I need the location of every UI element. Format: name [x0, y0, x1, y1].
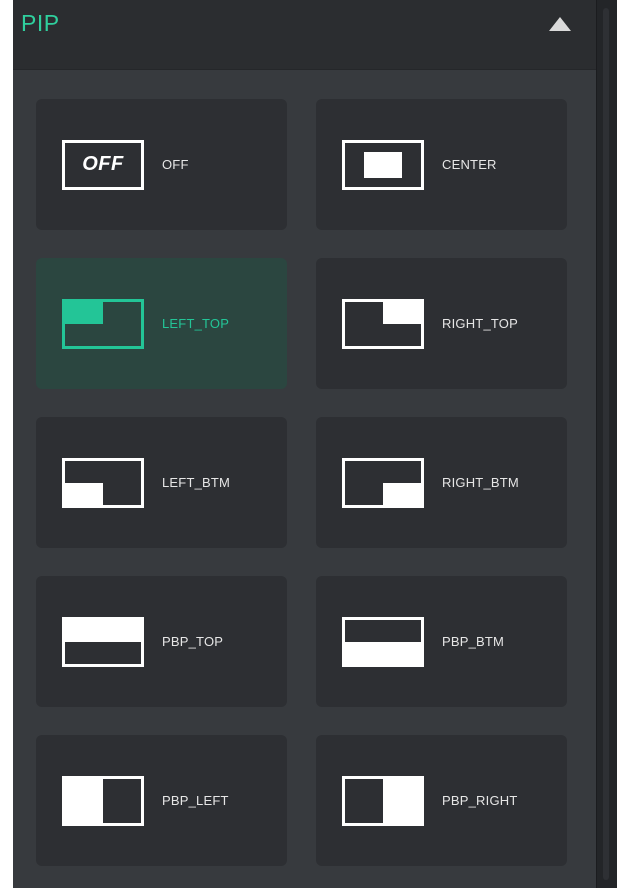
pip-center-icon	[342, 139, 424, 190]
pip-mode-label: PBP_LEFT	[162, 793, 229, 808]
vertical-scrollbar[interactable]	[596, 0, 617, 888]
app-window: PIP OFF OFF CENTER LEFT_TOP RIGHT_TOP LE…	[0, 0, 617, 888]
pip-mode-label: PBP_TOP	[162, 634, 224, 649]
pbp-left-icon	[62, 775, 144, 826]
pip-mode-right-bottom-button[interactable]: RIGHT_BTM	[316, 417, 567, 548]
pip-mode-center-button[interactable]: CENTER	[316, 99, 567, 230]
pbp-mode-right-button[interactable]: PBP_RIGHT	[316, 735, 567, 866]
pbp-bottom-icon	[342, 616, 424, 667]
pip-panel: PIP OFF OFF CENTER LEFT_TOP RIGHT_TOP LE…	[13, 0, 596, 888]
pip-mode-right-top-button[interactable]: RIGHT_TOP	[316, 258, 567, 389]
pip-right-top-icon	[342, 298, 424, 349]
pip-mode-label: PBP_BTM	[442, 634, 505, 649]
pip-mode-off-button[interactable]: OFF OFF	[36, 99, 287, 230]
pbp-mode-bottom-button[interactable]: PBP_BTM	[316, 576, 567, 707]
pip-off-icon: OFF	[62, 139, 144, 190]
scrollbar-thumb[interactable]	[603, 8, 609, 880]
panel-header: PIP	[13, 0, 596, 70]
pip-mode-label: PBP_RIGHT	[442, 793, 518, 808]
pbp-mode-left-button[interactable]: PBP_LEFT	[36, 735, 287, 866]
pip-left-top-icon	[62, 298, 144, 349]
collapse-button[interactable]	[546, 10, 574, 38]
pip-mode-label: OFF	[162, 157, 189, 172]
pbp-mode-top-button[interactable]: PBP_TOP	[36, 576, 287, 707]
pip-mode-left-bottom-button[interactable]: LEFT_BTM	[36, 417, 287, 548]
off-icon-text: OFF	[82, 153, 124, 175]
left-edge-strip	[0, 0, 13, 888]
pbp-top-icon	[62, 616, 144, 667]
pip-mode-left-top-button[interactable]: LEFT_TOP	[36, 258, 287, 389]
pip-mode-grid: OFF OFF CENTER LEFT_TOP RIGHT_TOP LEFT_B…	[36, 99, 567, 866]
triangle-up-icon	[549, 16, 571, 31]
pip-mode-label: RIGHT_BTM	[442, 475, 519, 490]
pip-mode-label: RIGHT_TOP	[442, 316, 518, 331]
pip-right-bottom-icon	[342, 457, 424, 508]
pbp-right-icon	[342, 775, 424, 826]
pip-mode-label: CENTER	[442, 157, 497, 172]
pip-mode-label: LEFT_TOP	[162, 316, 230, 331]
panel-title: PIP	[21, 10, 60, 36]
pip-left-bottom-icon	[62, 457, 144, 508]
pip-mode-label: LEFT_BTM	[162, 475, 231, 490]
